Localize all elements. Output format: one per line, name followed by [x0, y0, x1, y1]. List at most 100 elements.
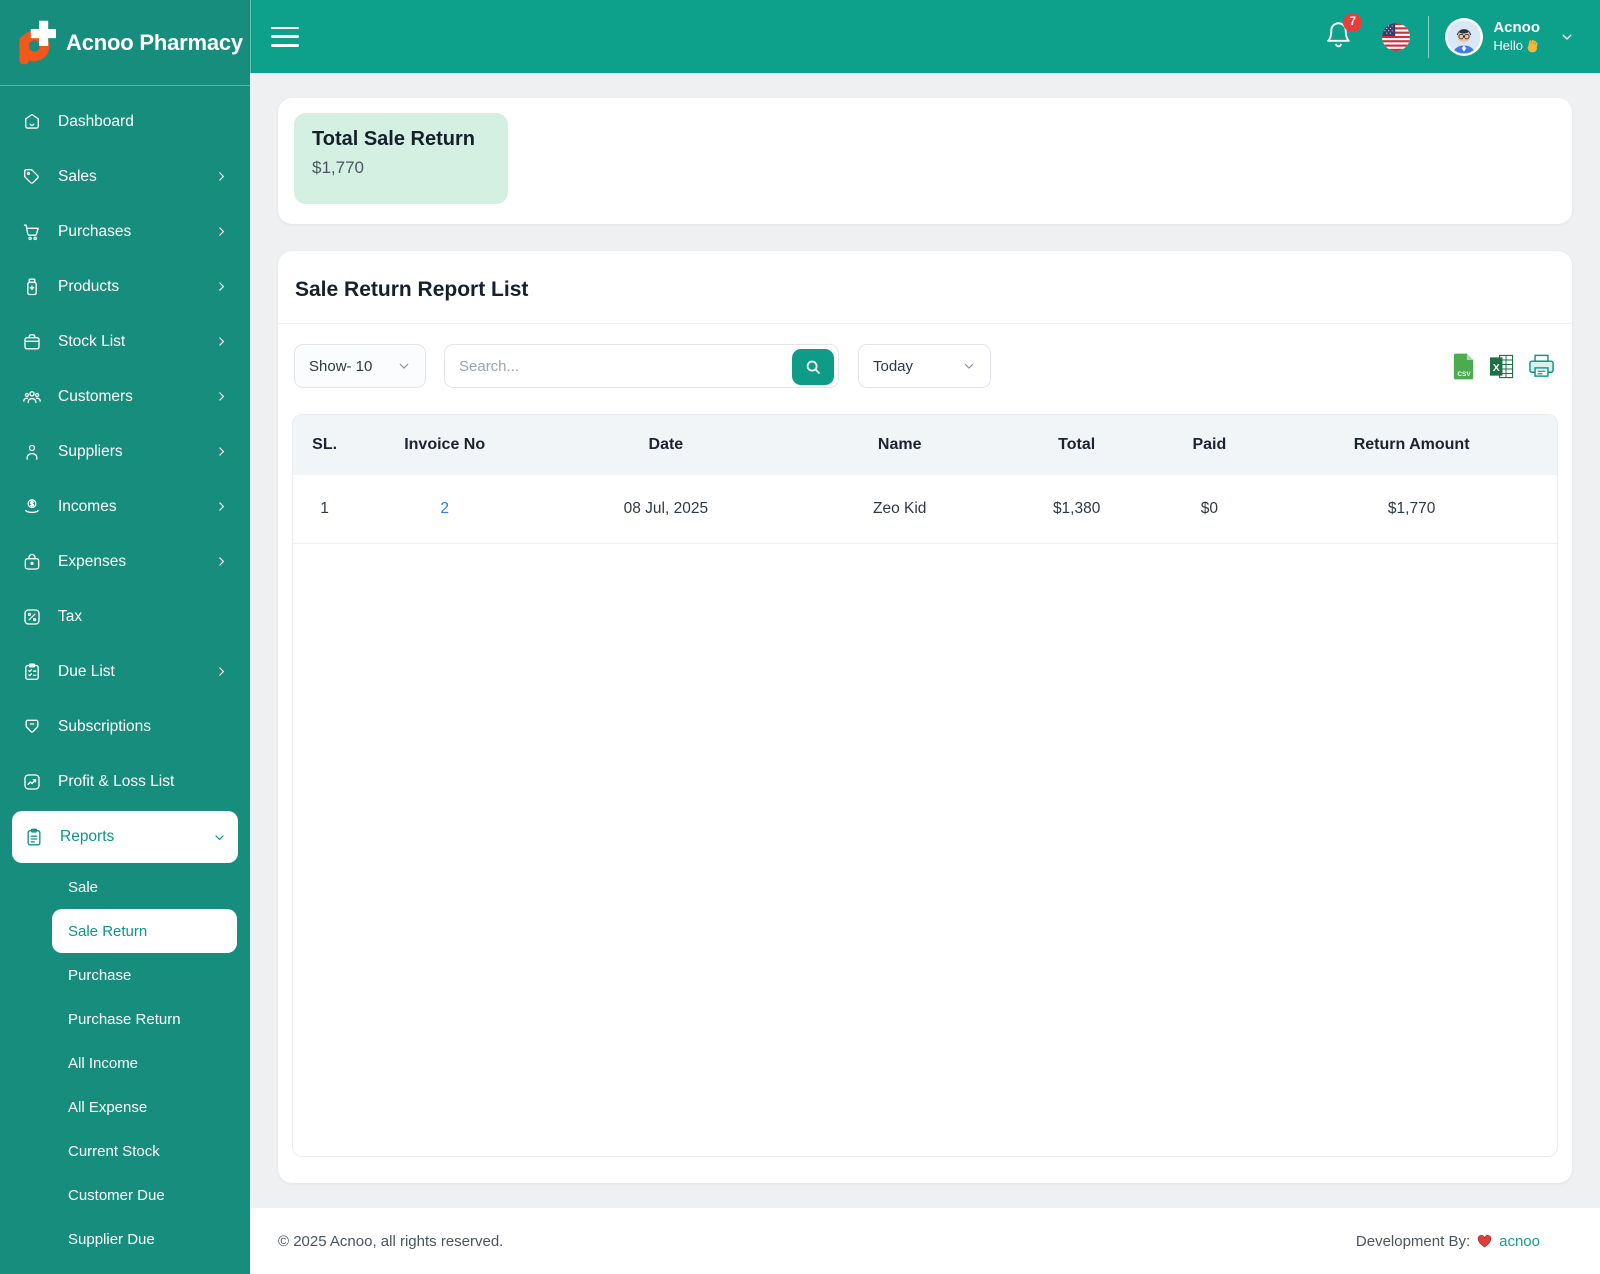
trend-chart-icon — [22, 772, 42, 792]
dollar-coin-icon — [22, 497, 42, 517]
sidebar-item-sales[interactable]: Sales — [0, 149, 250, 204]
csv-export-icon[interactable]: CSV — [1452, 352, 1476, 381]
page-title: Sale Return Report List — [278, 251, 1572, 323]
sidebar-item-label: Sales — [58, 168, 97, 186]
sidebar-item-subscriptions[interactable]: Subscriptions — [0, 699, 250, 754]
summary-card-value: $1,770 — [312, 158, 490, 178]
us-flag-icon — [1382, 23, 1410, 51]
sidebar-item-reports[interactable]: Reports — [12, 811, 238, 863]
clipboard-check-icon — [22, 662, 42, 682]
sidebar-subitem-supplier-due[interactable]: Supplier Due — [0, 1217, 250, 1261]
sidebar-item-label: Expenses — [58, 553, 126, 571]
sidebar-item-purchases[interactable]: Purchases — [0, 204, 250, 259]
chevron-right-icon — [215, 280, 228, 293]
sidebar-item-label: Reports — [60, 828, 114, 846]
male-avatar-icon — [1445, 18, 1483, 56]
sidebar-item-expenses[interactable]: Expenses — [0, 534, 250, 589]
sidebar-item-tax[interactable]: Tax — [0, 589, 250, 644]
chevron-right-icon — [215, 335, 228, 348]
user-menu[interactable]: Acnoo Hello — [1445, 18, 1574, 56]
col-return-amount: Return Amount — [1266, 415, 1557, 475]
date-filter-select[interactable]: Today — [858, 344, 991, 388]
users-group-icon — [22, 387, 42, 407]
sidebar-item-label: Stock List — [58, 333, 125, 351]
footer: © 2025 Acnoo, all rights reserved. Devel… — [250, 1208, 1600, 1274]
cell-return-amount: $1,770 — [1266, 475, 1557, 543]
print-icon[interactable] — [1527, 353, 1556, 379]
brand[interactable]: Acnoo Pharmacy — [0, 0, 250, 86]
sidebar-item-label: Customers — [58, 388, 133, 406]
sidebar-item-dashboard[interactable]: Dashboard — [0, 94, 250, 149]
sidebar-item-stock-list[interactable]: Stock List — [0, 314, 250, 369]
hamburger-menu-icon[interactable] — [271, 27, 299, 47]
col-invoice: Invoice No — [356, 415, 533, 475]
search-button[interactable] — [792, 349, 834, 385]
chevron-down-icon — [397, 359, 411, 373]
svg-text:CSV: CSV — [1457, 371, 1471, 378]
developer-link[interactable]: acnoo — [1499, 1233, 1540, 1250]
sidebar-subitem-sale-return[interactable]: Sale Return — [52, 909, 237, 953]
person-icon — [22, 442, 42, 462]
language-flag-button[interactable] — [1382, 23, 1410, 51]
pharmacy-logo-icon — [16, 19, 56, 66]
col-date: Date — [533, 415, 798, 475]
chevron-right-icon — [215, 390, 228, 403]
search-input[interactable] — [459, 358, 786, 375]
search-field — [444, 344, 839, 388]
sidebar-item-label: Purchases — [58, 223, 131, 241]
sidebar-item-products[interactable]: Products — [0, 259, 250, 314]
title-divider — [278, 323, 1572, 324]
money-bag-icon — [22, 552, 42, 572]
sidebar-subitem-all-expense[interactable]: All Expense — [0, 1085, 250, 1129]
search-icon — [803, 357, 823, 377]
report-clipboard-icon — [24, 827, 44, 847]
sidebar-item-due-list[interactable]: Due List — [0, 644, 250, 699]
cell-total: $1,380 — [1001, 475, 1153, 543]
sidebar-item-label: Incomes — [58, 498, 117, 516]
chevron-right-icon — [215, 170, 228, 183]
sidebar-item-label: Products — [58, 278, 119, 296]
sidebar-subitem-all-income[interactable]: All Income — [0, 1041, 250, 1085]
pill-bottle-icon — [22, 277, 42, 297]
sidebar-subitem-customer-due[interactable]: Customer Due — [0, 1173, 250, 1217]
chevron-down-icon — [213, 831, 226, 844]
user-name: Acnoo — [1493, 18, 1540, 38]
table-header-row: SL. Invoice No Date Name Total Paid Retu… — [293, 415, 1557, 475]
brand-name: Acnoo Pharmacy — [66, 30, 243, 56]
sidebar-item-customers[interactable]: Customers — [0, 369, 250, 424]
sidebar-item-label: Subscriptions — [58, 718, 151, 736]
sidebar-item-incomes[interactable]: Incomes — [0, 479, 250, 534]
sidebar-item-profit-loss[interactable]: Profit & Loss List — [0, 754, 250, 809]
col-total: Total — [1001, 415, 1153, 475]
development-by-label: Development By: — [1356, 1233, 1470, 1250]
invoice-link[interactable]: 2 — [440, 500, 449, 517]
excel-export-icon[interactable]: X — [1489, 354, 1514, 379]
sidebar-subitem-sale[interactable]: Sale — [0, 865, 250, 909]
wave-hand-icon — [1524, 38, 1541, 55]
report-table: SL. Invoice No Date Name Total Paid Retu… — [292, 414, 1558, 1157]
sidebar-subitem-purchase[interactable]: Purchase — [0, 953, 250, 997]
summary-section: Total Sale Return $1,770 — [278, 98, 1572, 224]
show-entries-select[interactable]: Show- 10 — [294, 344, 426, 388]
header-divider — [1428, 16, 1429, 58]
sidebar-item-label: Profit & Loss List — [58, 773, 174, 791]
percent-square-icon — [22, 607, 42, 627]
sidebar-item-label: Dashboard — [58, 113, 134, 131]
notifications-button[interactable]: 7 — [1325, 21, 1352, 53]
chevron-right-icon — [215, 555, 228, 568]
chevron-right-icon — [215, 665, 228, 678]
chevron-down-icon — [962, 359, 976, 373]
box-icon — [22, 332, 42, 352]
sidebar-subitem-current-stock[interactable]: Current Stock — [0, 1129, 250, 1173]
chevron-right-icon — [215, 500, 228, 513]
sidebar-item-suppliers[interactable]: Suppliers — [0, 424, 250, 479]
sidebar-item-label: Tax — [58, 608, 82, 626]
sidebar-item-label: Due List — [58, 663, 115, 681]
table-row: 1 2 08 Jul, 2025 Zeo Kid $1,380 $0 $1,77… — [293, 475, 1557, 543]
sidebar-subitem-purchase-return[interactable]: Purchase Return — [0, 997, 250, 1041]
svg-text:X: X — [1493, 361, 1500, 373]
topbar: 7 — [250, 0, 1600, 73]
heart-icon — [1476, 1233, 1493, 1249]
table-controls: Show- 10 Today CSV X — [294, 344, 1556, 388]
home-icon — [22, 112, 42, 132]
